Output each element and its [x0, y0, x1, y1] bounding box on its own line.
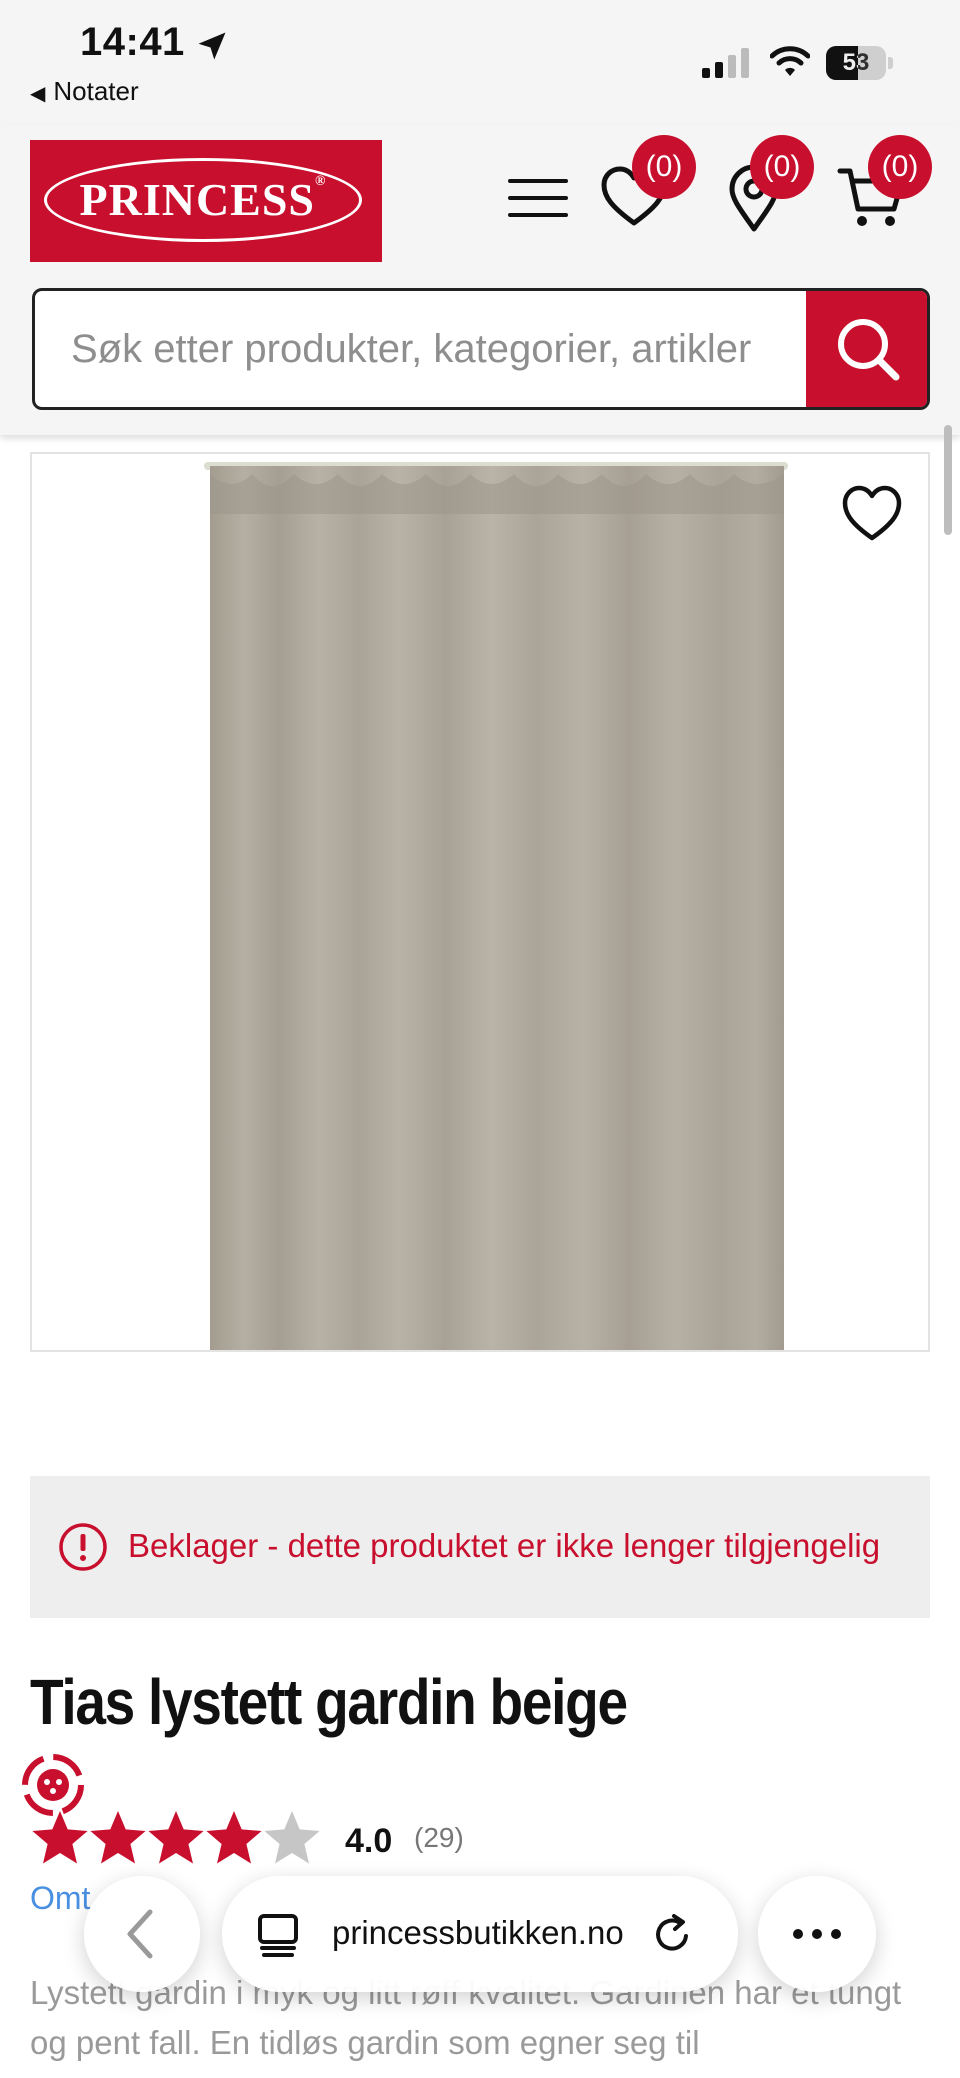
browser-address-bar[interactable]: princessbutikken.no [222, 1876, 738, 1992]
product-image[interactable] [30, 452, 930, 1352]
cart-count-badge[interactable]: (0) [868, 135, 932, 199]
curtain-image [204, 462, 788, 1350]
star-icon [90, 1811, 146, 1864]
reload-icon[interactable] [650, 1912, 694, 1956]
star-icon [264, 1811, 320, 1864]
menu-icon[interactable] [502, 163, 574, 233]
page-scrollbar[interactable] [944, 425, 952, 535]
product-title: Tias lystett gardin beige [30, 1666, 628, 1738]
star-icon [206, 1811, 262, 1864]
star-icon [148, 1811, 204, 1864]
browser-url-text: princessbutikken.no [332, 1914, 624, 1951]
star-icon [32, 1811, 88, 1864]
location-arrow-icon [198, 32, 226, 60]
princess-logo[interactable]: PRINCESS® [30, 140, 382, 262]
search-button[interactable] [806, 291, 927, 407]
rating-stars [32, 1811, 320, 1864]
search-input[interactable] [35, 291, 810, 407]
rating-value: 4.0 [345, 1822, 393, 1860]
site-header: PRINCESS® (0) (0) (0) [0, 125, 960, 535]
battery-icon: 53 [826, 46, 896, 80]
wifi-icon [770, 46, 810, 76]
battery-percent: 53 [842, 49, 870, 76]
logo-text: PRINCESS® [79, 174, 327, 225]
browser-more-button[interactable] [758, 1876, 876, 1992]
reviews-link[interactable]: Omt [30, 1880, 90, 1917]
tabs-icon [258, 1914, 298, 1957]
wishlist-count-badge[interactable]: (0) [632, 135, 696, 199]
add-to-wishlist-heart-icon[interactable] [840, 482, 904, 546]
unavailable-notice-text: Beklager - dette produktet er ikke lenge… [128, 1527, 881, 1564]
search-bar [32, 288, 930, 410]
status-bar: 14:41 ◀ Notater 53 [0, 0, 960, 125]
status-time: 14:41 [80, 20, 185, 64]
back-to-app-link[interactable]: ◀ Notater [30, 76, 139, 107]
rating-count: (29) [414, 1822, 464, 1853]
browser-back-button[interactable] [84, 1876, 200, 1992]
more-icon [793, 1929, 841, 1939]
unavailable-notice: Beklager - dette produktet er ikke lenge… [30, 1476, 930, 1618]
stores-count-badge[interactable]: (0) [750, 135, 814, 199]
back-triangle-icon: ◀ [30, 83, 46, 105]
search-icon [838, 319, 900, 381]
chevron-left-icon [127, 1909, 153, 1959]
alert-icon [59, 1523, 107, 1571]
back-app-label: Notater [53, 76, 139, 106]
signal-icon [702, 48, 749, 78]
